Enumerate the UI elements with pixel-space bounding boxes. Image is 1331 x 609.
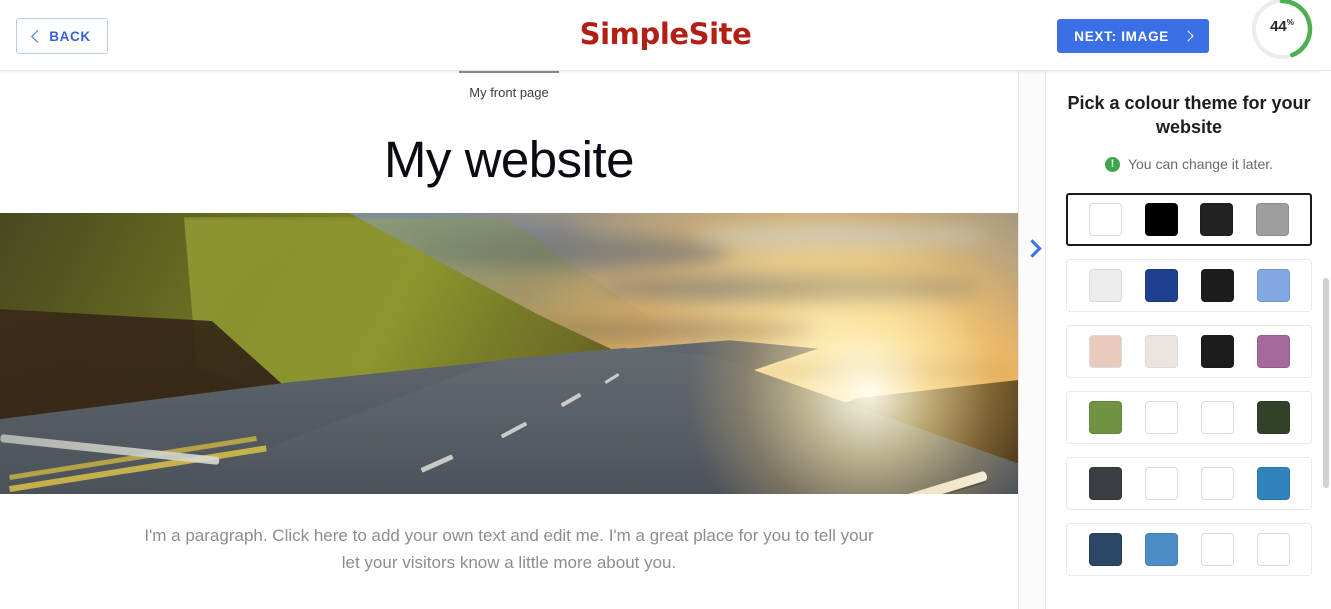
panel-title: Pick a colour theme for your website (1067, 93, 1311, 137)
panel-note: ! You can change it later. (1066, 156, 1312, 172)
colour-swatch-6-1[interactable] (1088, 533, 1122, 566)
chevron-right-icon (1022, 238, 1042, 258)
progress-percent-label: 44% (1246, 18, 1318, 35)
colour-swatch-3-1[interactable] (1088, 335, 1122, 368)
panel-scrollbar-thumb[interactable] (1323, 278, 1329, 488)
colour-swatch-5-1[interactable] (1088, 467, 1122, 500)
page-tab-label: My front page (469, 85, 549, 100)
hero-cloud (760, 361, 1018, 383)
colour-swatch-2-2[interactable] (1144, 269, 1178, 302)
setup-progress-ring: 44% (1246, 0, 1318, 65)
colour-swatch-1-3[interactable] (1200, 203, 1234, 236)
panel-scrollbar-track[interactable] (1321, 71, 1331, 609)
colour-swatch-1-1[interactable] (1089, 203, 1123, 236)
panel-note-label: You can change it later. (1127, 156, 1274, 172)
colour-swatch-2-3[interactable] (1200, 269, 1234, 302)
website-preview-canvas[interactable]: My front page My website I'm a paragraph… (0, 71, 1018, 609)
page-tab-my-front-page[interactable]: My front page (459, 71, 559, 102)
site-title[interactable]: My website (0, 130, 1018, 189)
expand-panel-button[interactable] (1019, 228, 1045, 268)
colour-swatch-4-1[interactable] (1088, 401, 1122, 434)
colour-swatch-3-3[interactable] (1200, 335, 1234, 368)
colour-swatch-1-4[interactable] (1255, 203, 1289, 236)
simplesite-wizard-window: BACK SimpleSite NEXT: IMAGE 44% My front… (0, 0, 1331, 609)
info-exclamation-icon: ! (1104, 156, 1120, 172)
progress-value: 44 (1270, 18, 1287, 35)
colour-swatch-3-4[interactable] (1256, 335, 1290, 368)
chevron-right-icon (1182, 30, 1194, 42)
colour-swatch-4-2[interactable] (1144, 401, 1178, 434)
progress-unit: % (1286, 18, 1294, 27)
colour-swatch-5-4[interactable] (1256, 467, 1290, 500)
colour-swatch-5-2[interactable] (1144, 467, 1178, 500)
next-image-button[interactable]: NEXT: IMAGE (1057, 19, 1209, 53)
colour-swatch-6-4[interactable] (1256, 533, 1290, 566)
colour-swatch-6-2[interactable] (1144, 533, 1178, 566)
colour-theme-list (1066, 193, 1312, 576)
colour-swatch-4-4[interactable] (1256, 401, 1290, 434)
colour-swatch-5-3[interactable] (1200, 467, 1234, 500)
next-image-button-label: NEXT: IMAGE (1074, 28, 1169, 44)
colour-theme-row-2[interactable] (1066, 259, 1312, 312)
colour-swatch-6-3[interactable] (1200, 533, 1234, 566)
colour-swatch-2-1[interactable] (1088, 269, 1122, 302)
colour-theme-panel: Pick a colour theme for your website ! Y… (1047, 71, 1331, 609)
colour-theme-row-6[interactable] (1066, 523, 1312, 576)
colour-theme-row-3[interactable] (1066, 325, 1312, 378)
hero-image[interactable] (0, 213, 1018, 494)
colour-swatch-1-2[interactable] (1144, 203, 1178, 236)
site-paragraph[interactable]: I'm a paragraph. Click here to add your … (104, 522, 914, 576)
canvas-panel-divider (1018, 71, 1046, 609)
colour-swatch-3-2[interactable] (1144, 335, 1178, 368)
colour-theme-row-5[interactable] (1066, 457, 1312, 510)
colour-swatch-4-3[interactable] (1200, 401, 1234, 434)
hero-cloud (600, 275, 980, 303)
colour-theme-row-1[interactable] (1066, 193, 1312, 246)
hero-cloud (690, 225, 990, 247)
colour-swatch-2-4[interactable] (1256, 269, 1290, 302)
colour-theme-row-4[interactable] (1066, 391, 1312, 444)
top-bar: BACK SimpleSite NEXT: IMAGE 44% (0, 0, 1331, 71)
